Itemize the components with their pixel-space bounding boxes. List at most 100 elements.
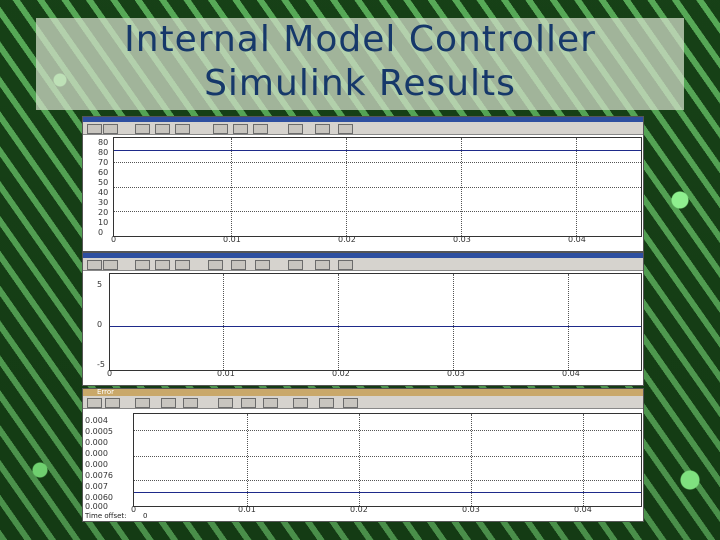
scope-window-error: Error 0.004 0.0005 0.000 0.000 0.000 0.0…	[82, 388, 644, 522]
x-tick-label: 0	[131, 505, 137, 514]
zoom-y-icon[interactable]	[175, 260, 190, 270]
scope-window-control-signal: 5 0 -5 0 0.01 0.02 0.03 0.04	[82, 252, 644, 386]
signal-trace	[110, 326, 641, 327]
y-tick-label: 70	[98, 158, 109, 167]
scope-toolbar	[83, 258, 643, 271]
grid-line	[576, 138, 577, 236]
scope-window-output: 80 80 70 60 50 40 30 20 10 0 0 0.01 0.02…	[82, 116, 644, 252]
y-tick-label: 80	[98, 148, 109, 157]
scope-toolbar	[83, 396, 643, 409]
lock-axes-icon[interactable]	[315, 260, 330, 270]
y-tick-label: 80	[98, 138, 109, 147]
save-axes-icon[interactable]	[233, 124, 248, 134]
restore-axes-icon[interactable]	[255, 260, 270, 270]
parameters-icon[interactable]	[103, 260, 118, 270]
scope-plot-area	[109, 273, 642, 371]
grid-line	[346, 138, 347, 236]
save-axes-icon[interactable]	[231, 260, 246, 270]
print-icon[interactable]	[87, 398, 102, 408]
window-title: Error	[97, 388, 115, 396]
y-tick-label: 50	[98, 178, 109, 187]
y-tick-label: 0.000	[85, 502, 108, 511]
x-tick-label: 0.01	[217, 369, 235, 378]
zoom-icon[interactable]	[135, 124, 150, 134]
restore-axes-icon[interactable]	[263, 398, 278, 408]
signal-trace	[134, 492, 641, 493]
x-tick-label: 0.04	[562, 369, 580, 378]
grid-line	[114, 162, 641, 163]
y-tick-label: 0.000	[85, 460, 108, 469]
y-tick-label: 0	[97, 320, 103, 329]
title-line-2: Simulink Results	[204, 63, 516, 104]
y-tick-label: -5	[97, 360, 105, 369]
y-tick-label: 0.0005	[85, 427, 113, 436]
y-tick-label: 60	[98, 168, 109, 177]
slide-title: Internal Model Controller Simulink Resul…	[36, 18, 684, 106]
zoom-icon[interactable]	[135, 260, 150, 270]
grid-line	[453, 274, 454, 370]
x-tick-label: 0.04	[574, 505, 592, 514]
save-axes-icon[interactable]	[241, 398, 256, 408]
zoom-x-icon[interactable]	[155, 124, 170, 134]
y-tick-label: 10	[98, 218, 109, 227]
scope-plot-area	[133, 413, 642, 507]
y-tick-label: 0.000	[85, 438, 108, 447]
time-offset-label: Time offset:	[85, 512, 127, 520]
x-tick-label: 0.02	[350, 505, 368, 514]
x-tick-label: 0.04	[568, 235, 586, 244]
y-tick-label: 20	[98, 208, 109, 217]
title-line-1: Internal Model Controller	[124, 19, 596, 60]
zoom-y-icon[interactable]	[175, 124, 190, 134]
grid-line	[134, 456, 641, 457]
x-tick-label: 0.01	[238, 505, 256, 514]
parameters-icon[interactable]	[105, 398, 120, 408]
zoom-icon[interactable]	[135, 398, 150, 408]
floating-scope-icon[interactable]	[293, 398, 308, 408]
grid-line	[461, 138, 462, 236]
autoscale-icon[interactable]	[213, 124, 228, 134]
floating-scope-icon[interactable]	[288, 260, 303, 270]
parameters-icon[interactable]	[103, 124, 118, 134]
x-tick-label: 0.03	[462, 505, 480, 514]
zoom-x-icon[interactable]	[155, 260, 170, 270]
x-tick-label: 0.02	[332, 369, 350, 378]
y-tick-label: 0.0060	[85, 493, 113, 502]
x-tick-label: 0	[107, 369, 113, 378]
x-tick-label: 0	[111, 235, 117, 244]
grid-line	[338, 274, 339, 370]
x-tick-label: 0.03	[453, 235, 471, 244]
x-tick-label: 0.01	[223, 235, 241, 244]
print-icon[interactable]	[87, 260, 102, 270]
scope-plot-area	[113, 137, 642, 237]
grid-line	[134, 480, 641, 481]
y-tick-label: 0.000	[85, 449, 108, 458]
y-tick-label: 0.004	[85, 416, 108, 425]
zoom-y-icon[interactable]	[183, 398, 198, 408]
time-offset-value: 0	[143, 512, 148, 520]
scope-toolbar	[83, 122, 643, 135]
y-tick-label: 0.0076	[85, 471, 113, 480]
autoscale-icon[interactable]	[218, 398, 233, 408]
signal-selection-icon[interactable]	[338, 260, 353, 270]
signal-trace	[114, 150, 641, 151]
lock-axes-icon[interactable]	[315, 124, 330, 134]
grid-line	[114, 211, 641, 212]
x-tick-label: 0.02	[338, 235, 356, 244]
zoom-x-icon[interactable]	[161, 398, 176, 408]
grid-line	[134, 430, 641, 431]
scope-titlebar[interactable]: Error	[83, 388, 643, 396]
autoscale-icon[interactable]	[208, 260, 223, 270]
lock-axes-icon[interactable]	[319, 398, 334, 408]
x-tick-label: 0.03	[447, 369, 465, 378]
signal-selection-icon[interactable]	[343, 398, 358, 408]
signal-selection-icon[interactable]	[338, 124, 353, 134]
floating-scope-icon[interactable]	[288, 124, 303, 134]
y-tick-label: 0	[98, 228, 104, 237]
restore-axes-icon[interactable]	[253, 124, 268, 134]
y-tick-label: 30	[98, 198, 109, 207]
print-icon[interactable]	[87, 124, 102, 134]
y-tick-label: 40	[98, 188, 109, 197]
y-tick-label: 5	[97, 280, 103, 289]
y-tick-label: 0.007	[85, 482, 108, 491]
grid-line	[114, 187, 641, 188]
